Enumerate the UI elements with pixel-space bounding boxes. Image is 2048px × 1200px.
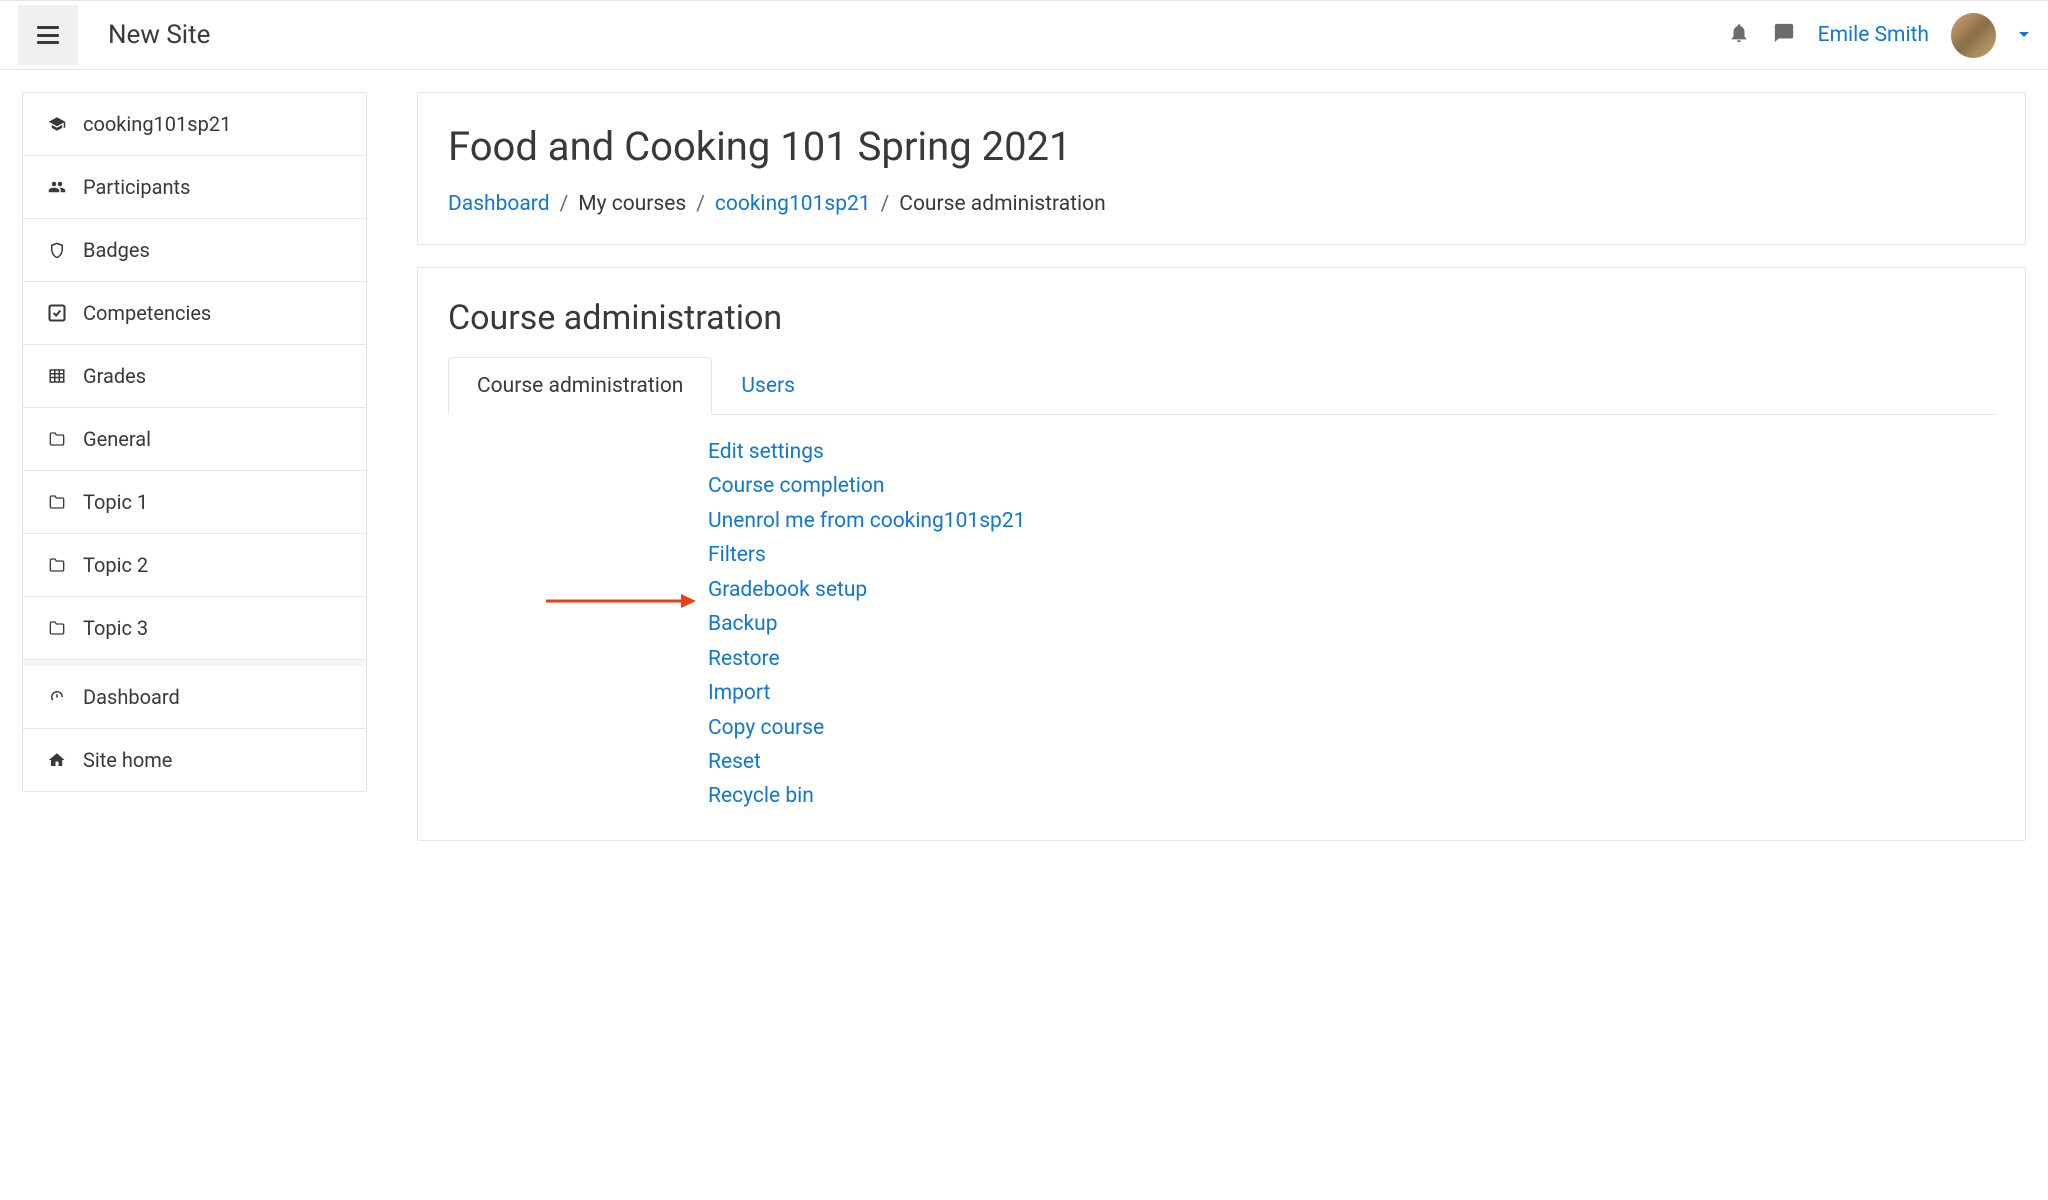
page-title: Food and Cooking 101 Spring 2021 [448,123,1995,170]
sidebar-item-general[interactable]: General [23,408,366,471]
sidebar-item-label: Topic 1 [83,490,148,514]
admin-links: Edit settings Course completion Unenrol … [708,437,1995,812]
sidebar-item-label: Dashboard [83,685,180,709]
admin-link-backup[interactable]: Backup [708,609,1995,639]
arrow-annotation-icon [546,592,696,610]
gauge-icon [45,688,69,706]
sidebar-item-label: Competencies [83,301,211,325]
admin-link-import[interactable]: Import [708,678,1995,708]
breadcrumb-current: Course administration [899,192,1105,216]
breadcrumb-dashboard[interactable]: Dashboard [448,192,550,216]
users-icon [45,178,69,196]
avatar[interactable] [1951,13,1996,58]
tab-users[interactable]: Users [712,357,824,415]
sidebar-item-participants[interactable]: Participants [23,156,366,219]
graduation-cap-icon [45,115,69,133]
user-name-link[interactable]: Emile Smith [1818,23,1929,47]
admin-link-gradebook-setup[interactable]: Gradebook setup [708,575,1995,605]
admin-link-course-completion[interactable]: Course completion [708,471,1995,501]
breadcrumb-separator: / [881,192,890,216]
main: Food and Cooking 101 Spring 2021 Dashboa… [417,92,2026,841]
sidebar-item-label: Grades [83,364,146,388]
admin-card: Course administration Course administrat… [417,267,2026,841]
admin-link-filters[interactable]: Filters [708,540,1995,570]
topbar: New Site Emile Smith [0,0,2048,70]
header-card: Food and Cooking 101 Spring 2021 Dashboa… [417,92,2026,245]
breadcrumb-my-courses: My courses [578,192,686,216]
admin-link-recycle-bin[interactable]: Recycle bin [708,781,1995,811]
sidebar-item-topic-3[interactable]: Topic 3 [23,597,366,660]
sidebar-item-label: General [83,427,151,451]
tabs: Course administration Users [448,356,1995,415]
breadcrumb: Dashboard / My courses / cooking101sp21 … [448,192,1995,216]
admin-link-restore[interactable]: Restore [708,644,1995,674]
sidebar-item-label: Topic 3 [83,616,148,640]
sidebar-item-badges[interactable]: Badges [23,219,366,282]
topbar-right: Emile Smith [1728,13,2030,58]
chat-icon[interactable] [1772,22,1796,48]
site-title[interactable]: New Site [108,20,210,50]
shield-icon [45,240,69,260]
home-icon [45,751,69,769]
breadcrumb-separator: / [696,192,705,216]
sidebar-item-topic-2[interactable]: Topic 2 [23,534,366,597]
sidebar: cooking101sp21 Participants Badges Compe… [22,92,367,792]
breadcrumb-course-short[interactable]: cooking101sp21 [715,192,871,216]
admin-link-copy-course[interactable]: Copy course [708,713,1995,743]
layout: cooking101sp21 Participants Badges Compe… [0,70,2048,863]
grid-icon [45,367,69,385]
user-menu-caret-icon[interactable] [2018,28,2030,42]
admin-link-reset[interactable]: Reset [708,747,1995,777]
section-title: Course administration [448,298,1995,338]
folder-icon [45,557,69,573]
breadcrumb-separator: / [560,192,569,216]
bell-icon[interactable] [1728,22,1750,48]
admin-link-unenrol[interactable]: Unenrol me from cooking101sp21 [708,506,1995,536]
sidebar-item-label: Topic 2 [83,553,148,577]
admin-links-wrapper: Edit settings Course completion Unenrol … [448,437,1995,812]
sidebar-item-topic-1[interactable]: Topic 1 [23,471,366,534]
check-square-icon [45,303,69,323]
sidebar-item-label: cooking101sp21 [83,112,231,136]
sidebar-item-grades[interactable]: Grades [23,345,366,408]
folder-icon [45,620,69,636]
sidebar-item-label: Badges [83,238,150,262]
admin-link-edit-settings[interactable]: Edit settings [708,437,1995,467]
hamburger-icon [37,26,59,44]
tab-course-administration[interactable]: Course administration [448,357,712,415]
sidebar-item-dashboard[interactable]: Dashboard [23,660,366,729]
folder-icon [45,431,69,447]
sidebar-item-course[interactable]: cooking101sp21 [23,93,366,156]
sidebar-item-label: Site home [83,748,172,772]
nav-drawer-toggle[interactable] [18,5,78,65]
sidebar-item-site-home[interactable]: Site home [23,729,366,791]
sidebar-item-label: Participants [83,175,190,199]
folder-icon [45,494,69,510]
sidebar-item-competencies[interactable]: Competencies [23,282,366,345]
